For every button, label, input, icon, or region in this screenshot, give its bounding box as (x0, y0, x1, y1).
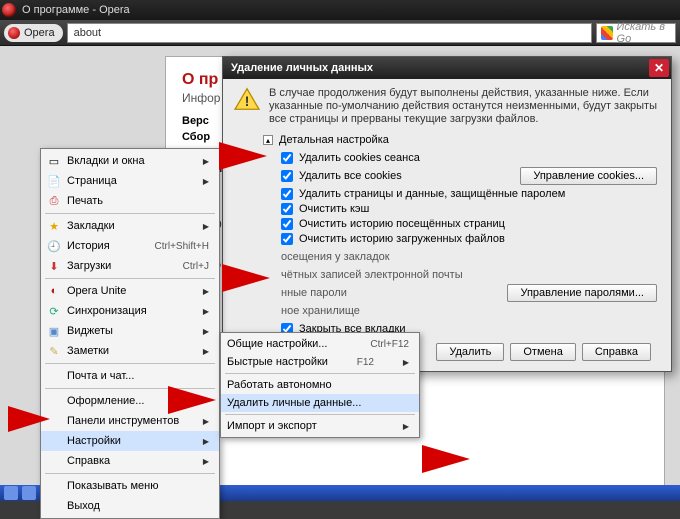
settings-submenu: Общие настройки...Ctrl+F12 Быстрые настр… (220, 332, 420, 438)
search-box[interactable]: Искать в Go (596, 23, 676, 43)
collapse-icon: ▴ (263, 135, 273, 145)
check-clear-history[interactable]: Очистить историю посещённых страниц (281, 218, 661, 230)
print-icon: ⎙ (47, 194, 61, 208)
blank-icon (47, 394, 61, 408)
menu-bookmarks[interactable]: ★Закладки (41, 216, 219, 236)
svg-text:!: ! (245, 94, 250, 109)
unite-icon: ◐ (47, 284, 61, 298)
close-button[interactable]: ✕ (649, 59, 669, 77)
blank-icon (47, 369, 61, 383)
menu-print[interactable]: ⎙Печать (41, 191, 219, 211)
address-text: about (74, 27, 102, 39)
menu-help[interactable]: Справка (41, 451, 219, 471)
blank-icon (47, 434, 61, 448)
checkbox[interactable] (281, 188, 293, 200)
menu-downloads[interactable]: ⬇ЗагрузкиCtrl+J (41, 256, 219, 276)
detail-toggle[interactable]: ▴ Детальная настройка (263, 134, 661, 146)
submenu-import-export[interactable]: Импорт и экспорт (221, 417, 419, 435)
menu-tabs-windows[interactable]: ▭Вкладки и окна (41, 151, 219, 171)
sync-icon: ⟳ (47, 304, 61, 318)
menu-separator (45, 213, 215, 214)
window-titlebar: О программе - Opera (0, 0, 680, 20)
menu-unite[interactable]: ◐Opera Unite (41, 281, 219, 301)
submenu-quick[interactable]: Быстрые настройкиF12 (221, 353, 419, 371)
blank-icon (47, 454, 61, 468)
menu-separator (45, 363, 215, 364)
browser-toolbar: Opera about Искать в Go (0, 20, 680, 46)
menu-separator (45, 388, 215, 389)
menu-toolbars[interactable]: Панели инструментов (41, 411, 219, 431)
cancel-button[interactable]: Отмена (510, 343, 575, 361)
manage-passwords-button[interactable]: Управление паролями... (507, 284, 657, 302)
menu-appearance[interactable]: Оформление...Shift+ (41, 391, 219, 411)
menu-sync[interactable]: ⟳Синхронизация (41, 301, 219, 321)
opera-main-menu: ▭Вкладки и окна 📄Страница ⎙Печать ★Закла… (40, 148, 220, 519)
partial-row-2: чётных записей электронной почты (281, 266, 661, 284)
menu-notes[interactable]: ✎Заметки (41, 341, 219, 361)
check-protected-pages[interactable]: Удалить страницы и данные, защищённые па… (281, 188, 661, 200)
google-icon (601, 26, 613, 40)
window-title: О программе - Opera (22, 4, 130, 16)
checkbox[interactable] (281, 218, 293, 230)
check-all-cookies[interactable]: Удалить все cookies (281, 170, 520, 182)
blank-icon (47, 499, 61, 513)
star-icon: ★ (47, 219, 61, 233)
partial-row-4: ное хранилище (281, 302, 661, 320)
checkbox[interactable] (281, 233, 293, 245)
tabs-icon: ▭ (47, 154, 61, 168)
menu-separator (45, 473, 215, 474)
submenu-general[interactable]: Общие настройки...Ctrl+F12 (221, 335, 419, 353)
blank-icon (47, 414, 61, 428)
help-button[interactable]: Справка (582, 343, 651, 361)
notes-icon: ✎ (47, 344, 61, 358)
dialog-title-text: Удаление личных данных (231, 62, 373, 74)
check-session-cookies[interactable]: Удалить cookies сеанса (281, 152, 661, 164)
manage-cookies-button[interactable]: Управление cookies... (520, 167, 657, 185)
menu-history[interactable]: 🕘ИсторияCtrl+Shift+H (41, 236, 219, 256)
checkbox[interactable] (281, 152, 293, 164)
download-icon: ⬇ (47, 259, 61, 273)
opera-menu-button[interactable]: Opera (4, 24, 63, 42)
taskbar-icon[interactable] (4, 486, 18, 500)
opera-menu-label: Opera (24, 27, 55, 39)
opera-logo-icon (2, 3, 16, 17)
checkbox[interactable] (281, 203, 293, 215)
clock-icon: 🕘 (47, 239, 61, 253)
taskbar-icon[interactable] (22, 486, 36, 500)
dialog-titlebar[interactable]: Удаление личных данных ✕ (223, 57, 671, 79)
menu-mail[interactable]: Почта и чат... (41, 366, 219, 386)
delete-private-data-dialog: Удаление личных данных ✕ ! В случае прод… (222, 56, 672, 372)
submenu-offline[interactable]: Работать автономно (221, 376, 419, 394)
detail-toggle-label: Детальная настройка (279, 134, 389, 146)
submenu-delete-private[interactable]: Удалить личные данные... (221, 394, 419, 412)
page-icon: 📄 (47, 174, 61, 188)
partial-row-1: осещения у закладок (281, 248, 661, 266)
warning-text: В случае продолжения будут выполнены дей… (269, 87, 661, 126)
menu-show-menu[interactable]: Показывать меню (41, 476, 219, 496)
menu-separator (45, 278, 215, 279)
menu-page[interactable]: 📄Страница (41, 171, 219, 191)
search-placeholder: Искать в Go (617, 21, 671, 45)
menu-separator (225, 414, 415, 415)
checkbox[interactable] (281, 170, 293, 182)
check-clear-cache[interactable]: Очистить кэш (281, 203, 661, 215)
partial-row-3: нные пароли (281, 284, 507, 302)
menu-widgets[interactable]: ▣Виджеты (41, 321, 219, 341)
delete-button[interactable]: Удалить (436, 343, 504, 361)
menu-settings[interactable]: Настройки (41, 431, 219, 451)
menu-exit[interactable]: Выход (41, 496, 219, 516)
widgets-icon: ▣ (47, 324, 61, 338)
blank-icon (47, 479, 61, 493)
check-clear-downloads[interactable]: Очистить историю загруженных файлов (281, 233, 661, 245)
address-bar[interactable]: about (67, 23, 592, 43)
opera-logo-icon (8, 27, 20, 39)
warning-icon: ! (233, 87, 261, 111)
menu-separator (225, 373, 415, 374)
